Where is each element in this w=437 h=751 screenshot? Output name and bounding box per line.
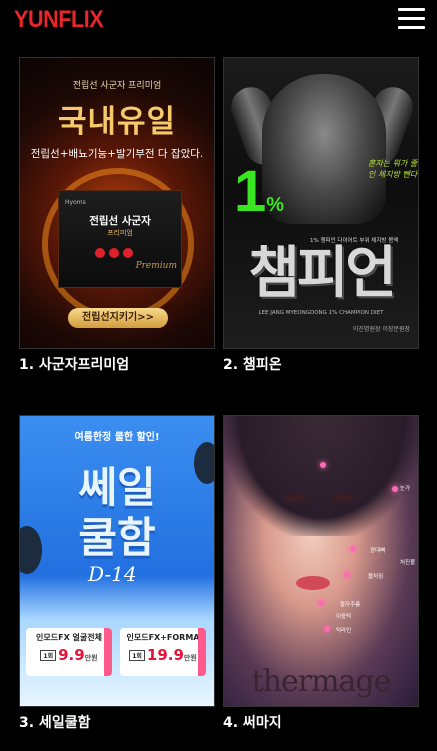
- ad-top-line: 전립선 사군자 프리미엄: [72, 81, 162, 91]
- side-slogan: 혼자는 뭐가 줄인 체지방 뺀다: [368, 159, 418, 179]
- treatment-dot: [392, 486, 398, 492]
- ad-cta-button[interactable]: 전립선지키기>>: [68, 308, 168, 328]
- ad-headline-2: 쿨함: [78, 513, 156, 562]
- ad-headline: 챔피언: [248, 241, 397, 306]
- ad-headline: 국내유일: [57, 104, 177, 140]
- coupon-price: 1회 19.9만원: [120, 646, 206, 664]
- product-thumbnail[interactable]: 전립선 사군자 프리미엄 국내유일 전립선+배뇨기능+발기부전 다 잡았다. H…: [19, 57, 215, 349]
- ad-english-line: LEE JANG MYEONGDONG 1% CHAMPION DIET: [258, 310, 384, 316]
- site-logo[interactable]: YUNFLIX: [14, 6, 104, 34]
- product-caption[interactable]: 4. 써마지: [223, 712, 282, 732]
- product-thumbnail[interactable]: 여름한정 쿨한 할인! 쎄일 쿨함 D-14 인모드FX 얼굴전체 1회 9.9만…: [19, 415, 215, 707]
- coupon-name: 인모드FX 얼굴전체: [36, 633, 102, 642]
- treatment-dot: [318, 600, 324, 606]
- treatment-label: 광대뼈: [370, 548, 386, 554]
- product-thumbnail[interactable]: 1% 혼자는 뭐가 줄인 체지방 뺀다 1% 챔피언 다이어트 부위 체지방 몸…: [223, 57, 419, 349]
- coupon-price: 1회 9.9만원: [26, 646, 112, 664]
- coupon: 인모드FX 얼굴전체 1회 9.9만원: [26, 628, 112, 676]
- treatment-label: 처진볼: [400, 560, 416, 566]
- hamburger-menu-icon[interactable]: [398, 8, 425, 30]
- treatment-label: 이중턱: [336, 614, 352, 620]
- box-subtitle: 프리미엄: [107, 229, 133, 237]
- ad-top-line: 여름한정 쿨한 할인!: [74, 432, 160, 443]
- model-eye: [332, 494, 354, 502]
- ad-subline: 전립선+배뇨기능+발기부전 다 잡았다.: [30, 148, 204, 160]
- box-title: 전립선 사군자: [89, 215, 151, 227]
- brand-logo: thermage: [251, 664, 392, 699]
- treatment-dot: [344, 572, 350, 578]
- coupon-name: 인모드FX+FORMA: [126, 633, 200, 642]
- model-lips: [296, 576, 330, 590]
- model-hair: [224, 416, 418, 536]
- product-caption[interactable]: 3. 세일쿨함: [19, 712, 90, 732]
- product-thumbnail[interactable]: 눈가 광대뼈 처진볼 볼처짐 팔자주름 턱라인 이중턱 thermage: [223, 415, 419, 707]
- dday-label: D-14: [88, 562, 137, 586]
- model-eye: [284, 494, 306, 502]
- treatment-label: 팔자주름: [340, 602, 361, 608]
- box-brand: Hyoms: [65, 199, 86, 206]
- treatment-label: 턱라인: [336, 628, 352, 634]
- treatment-dot: [324, 626, 330, 632]
- product-caption[interactable]: 2. 챔피온: [223, 354, 282, 374]
- treatment-label: 볼처짐: [368, 574, 384, 580]
- product-caption[interactable]: 1. 사군자프리미엄: [19, 354, 129, 374]
- treatment-label: 눈가: [400, 486, 411, 492]
- coupon: 인모드FX+FORMA 1회 19.9만원: [120, 628, 206, 676]
- percent-badge: 1%: [234, 159, 285, 224]
- treatment-dot: [320, 462, 326, 468]
- box-script: Premium: [135, 261, 177, 271]
- treatment-dot: [350, 546, 356, 552]
- top-bar: YUNFLIX: [0, 0, 437, 44]
- ad-footer: 이진명원장 이장문원장: [352, 326, 410, 333]
- product-box: Hyoms 전립선 사군자 프리미엄 Premium: [58, 190, 182, 288]
